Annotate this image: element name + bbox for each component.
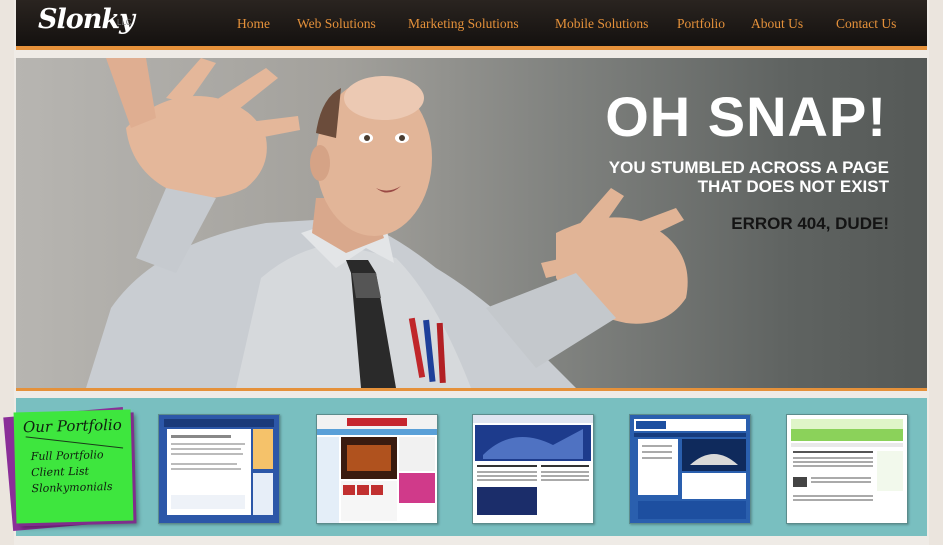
nav-about-us[interactable]: About Us [751, 16, 803, 32]
full-portfolio-link[interactable]: Full Portfolio [31, 448, 104, 463]
nav-mobile-solutions[interactable]: Mobile Solutions [555, 16, 648, 32]
main-nav: Home Web Solutions Marketing Solutions M… [16, 16, 927, 36]
portfolio-sticky-note: Our Portfolio Full Portfolio Client List… [13, 409, 134, 524]
hero-banner: OH SNAP! YOU STUMBLED ACROSS A PAGE THAT… [16, 58, 927, 388]
header-accent-bar [16, 46, 927, 50]
client-list-link[interactable]: Client List [31, 465, 89, 480]
portfolio-thumb-2[interactable] [316, 414, 438, 524]
hero-subtitle-line-1: YOU STUMBLED ACROSS A PAGE [608, 158, 889, 177]
sticky-arrow-line [25, 436, 124, 449]
page-right-edge [929, 0, 943, 545]
thumb-2-preview [317, 415, 437, 523]
thumb-1-preview [159, 415, 279, 523]
nav-home[interactable]: Home [237, 16, 270, 32]
site-header: Slonky LLC Home Web Solutions Marketing … [16, 0, 927, 46]
thumb-3-preview [473, 415, 593, 523]
hero-subtitle-line-2: THAT DOES NOT EXIST [697, 177, 889, 196]
portfolio-heading: Our Portfolio [22, 415, 122, 437]
nav-portfolio[interactable]: Portfolio [677, 16, 725, 32]
portfolio-thumb-4[interactable] [629, 414, 751, 524]
hero-accent-bar [16, 388, 927, 391]
hero-subtitle: YOU STUMBLED ACROSS A PAGE THAT DOES NOT… [609, 158, 889, 196]
thumb-5-preview [787, 415, 907, 523]
portfolio-thumb-1[interactable] [158, 414, 280, 524]
nav-web-solutions[interactable]: Web Solutions [297, 16, 376, 32]
portfolio-thumb-5[interactable] [786, 414, 908, 524]
nav-marketing-solutions[interactable]: Marketing Solutions [408, 16, 519, 32]
nav-contact-us[interactable]: Contact Us [836, 16, 896, 32]
error-message: ERROR 404, DUDE! [731, 214, 889, 233]
thumb-4-preview [630, 415, 750, 523]
portfolio-thumb-3[interactable] [472, 414, 594, 524]
hero-title: OH SNAP! [605, 85, 887, 148]
slonkymonials-link[interactable]: Slonkymonials [31, 480, 112, 495]
